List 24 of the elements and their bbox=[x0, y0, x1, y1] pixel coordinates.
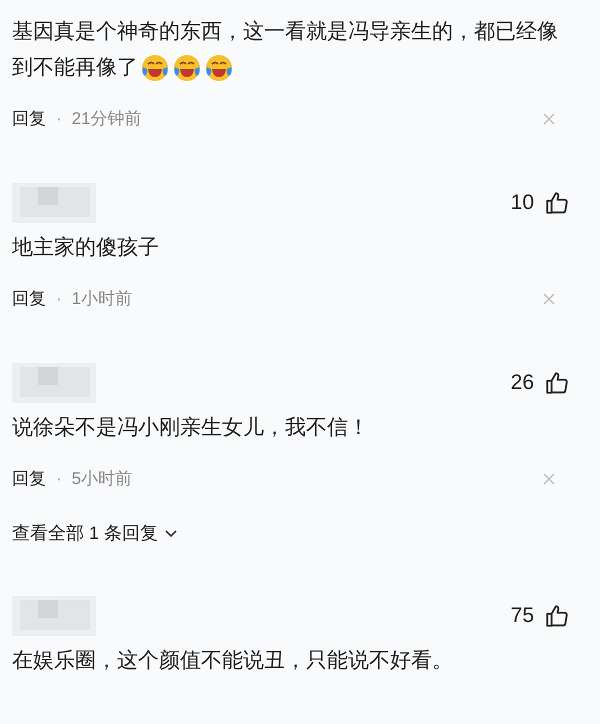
separator-dot: · bbox=[56, 288, 62, 310]
laughing-crying-emoji-icon bbox=[172, 53, 202, 84]
view-replies-button[interactable]: 查看全部 1 条回复 bbox=[12, 520, 178, 547]
laughing-crying-emoji-icon bbox=[204, 53, 234, 84]
like-count: 10 bbox=[510, 190, 534, 216]
thumbs-up-icon[interactable] bbox=[544, 603, 570, 629]
comment-text: 在娱乐圈，这个颜值不能说丑，只能说不好看。 bbox=[12, 648, 454, 674]
like-count: 75 bbox=[510, 603, 534, 630]
reply-link[interactable]: 回复 bbox=[12, 106, 46, 132]
comment-time: 5小时前 bbox=[72, 468, 132, 490]
reply-link[interactable]: 回复 bbox=[12, 466, 46, 492]
comment-time: 21分钟前 bbox=[72, 108, 142, 130]
comment-text: 地主家的傻孩子 bbox=[12, 235, 160, 261]
laughing-crying-emoji-icon bbox=[140, 53, 170, 84]
thumbs-up-icon[interactable] bbox=[544, 190, 570, 216]
separator-dot: · bbox=[56, 468, 62, 490]
separator-dot: · bbox=[56, 108, 62, 130]
chevron-down-icon bbox=[164, 528, 178, 538]
comment-text: 说徐朵不是冯小刚亲生女儿，我不信！ bbox=[12, 415, 370, 441]
like-count: 26 bbox=[510, 370, 534, 396]
comment-text: 基因真是个神奇的东西，这一看就是冯导亲生的，都已经像到不能再像了 bbox=[12, 14, 570, 86]
thumbs-up-icon[interactable] bbox=[544, 370, 570, 396]
comment-time: 1小时前 bbox=[72, 288, 132, 310]
reply-link[interactable]: 回复 bbox=[12, 286, 46, 312]
